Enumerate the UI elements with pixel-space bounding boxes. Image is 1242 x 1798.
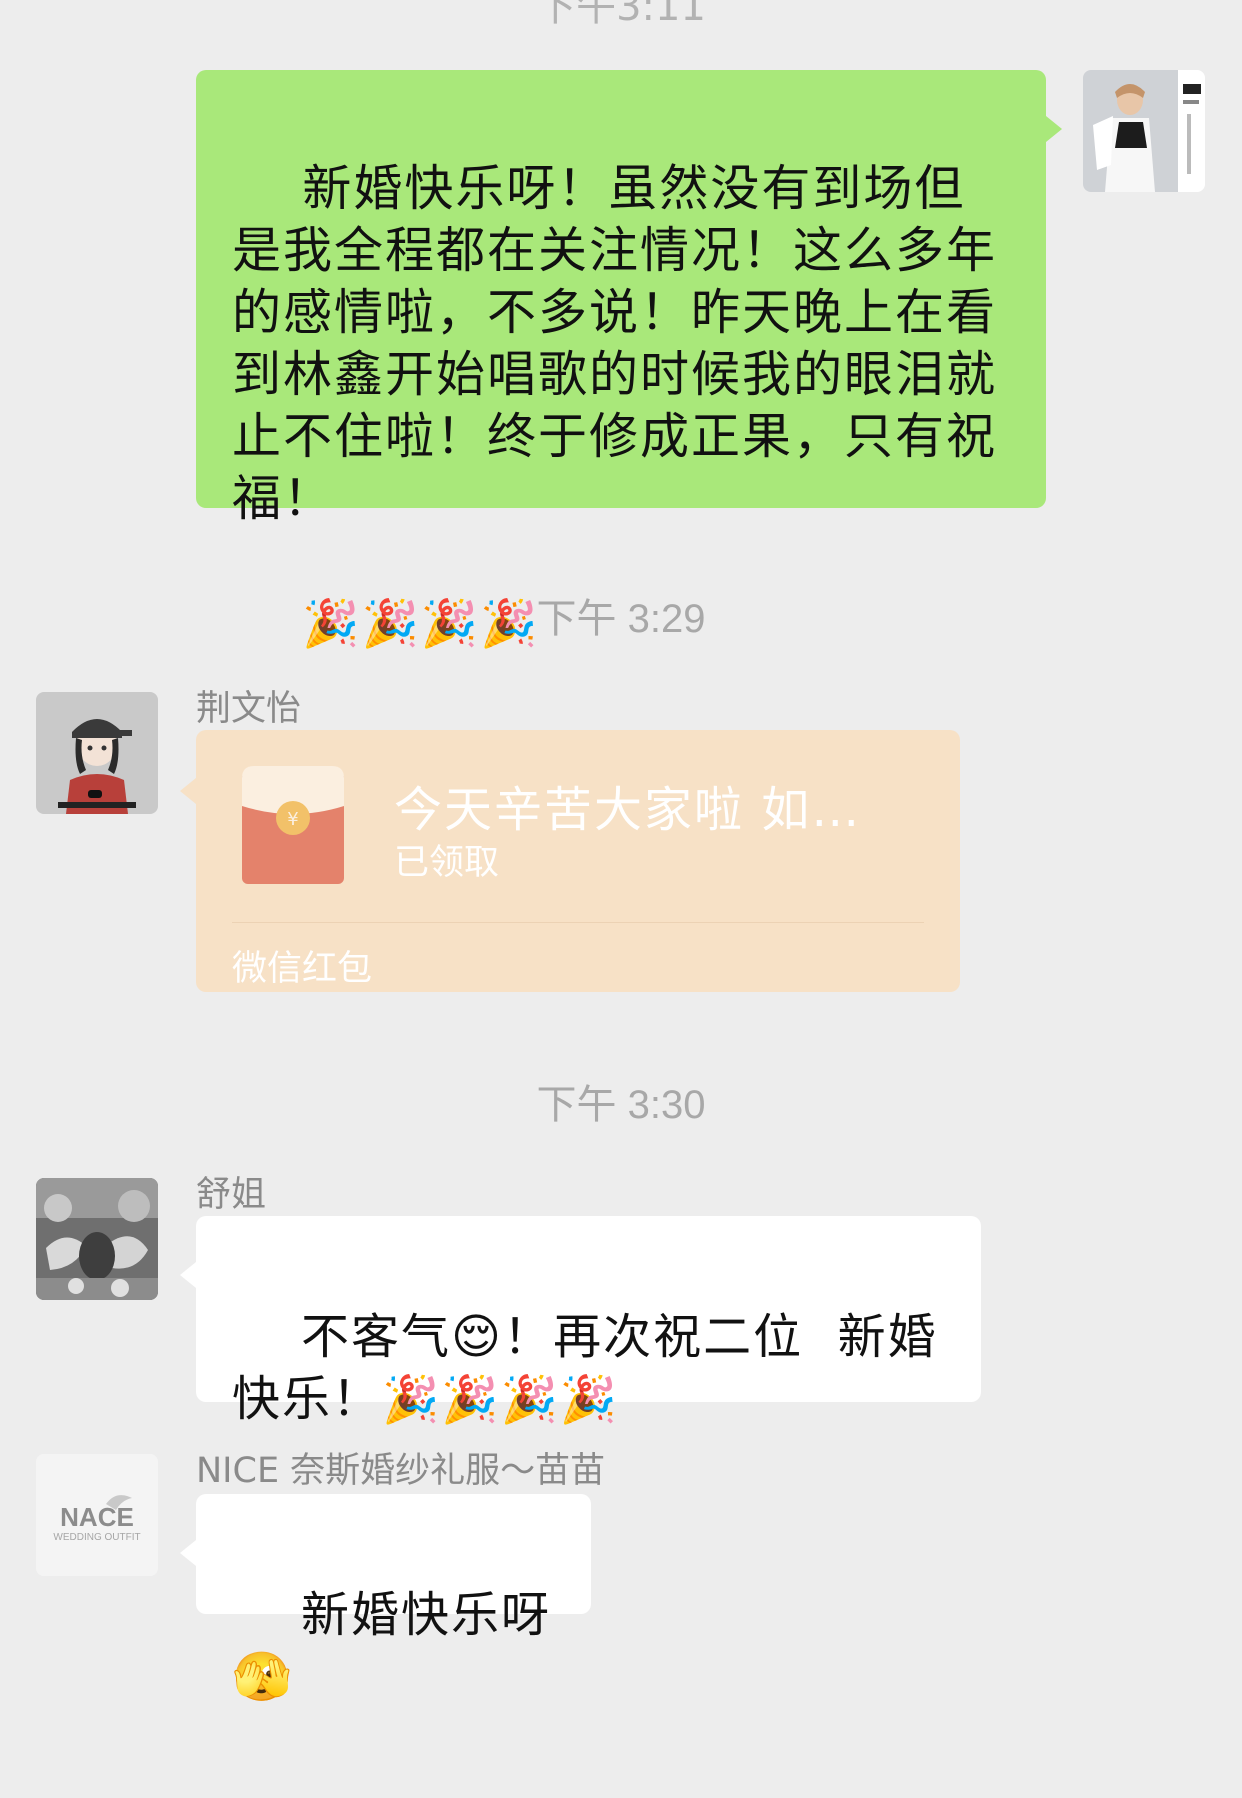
- red-packet-card[interactable]: ¥ 今天辛苦大家啦 如… 已领取 微信红包: [196, 730, 960, 992]
- sender-name: 舒姐: [196, 1175, 267, 1215]
- nice-logo-tagline: WEDDING OUTFIT: [53, 1532, 140, 1543]
- bubble-tail: [1046, 116, 1062, 142]
- sender-name: NICE 奈斯婚纱礼服～苗苗: [196, 1451, 606, 1491]
- bubble-tail: [180, 1262, 196, 1288]
- message-text: 新婚快乐呀🫣: [232, 1587, 552, 1705]
- my-avatar[interactable]: [1083, 70, 1205, 192]
- red-packet-title: 今天辛苦大家啦 如…: [394, 782, 862, 838]
- sender-name: 荆文怡: [196, 689, 302, 729]
- timestamp: 下午 3:29: [536, 597, 706, 641]
- nice-avatar-image: NACE WEDDING OUTFIT: [36, 1454, 158, 1576]
- party-popper-emoji: 🎉🎉🎉🎉: [382, 1372, 620, 1426]
- message-text: 新婚快乐呀！虽然没有到场但是我全程都在关注情况！这么多年的感情啦，不多说！昨天晚…: [232, 160, 998, 527]
- message-bubble-nice[interactable]: 新婚快乐呀🫣: [196, 1494, 591, 1705]
- nice-logo-text: NACE: [60, 1502, 134, 1532]
- red-packet-footer: 微信红包: [232, 949, 373, 989]
- sender-avatar-shujie[interactable]: [36, 1178, 158, 1300]
- jingwenyi-avatar-image: [36, 692, 158, 814]
- sender-avatar-nice[interactable]: NACE WEDDING OUTFIT: [36, 1454, 158, 1576]
- timestamp: 下午 3:30: [536, 1083, 706, 1127]
- bubble-tail: [180, 778, 196, 804]
- message-bubble-shujie[interactable]: 不客气😌！再次祝二位 新婚快乐！🎉🎉🎉🎉: [196, 1216, 981, 1427]
- bubble-tail: [180, 1540, 196, 1566]
- my-message-bubble[interactable]: 新婚快乐呀！虽然没有到场但是我全程都在关注情况！这么多年的感情啦，不多说！昨天晚…: [196, 70, 1046, 650]
- my-avatar-image: [1083, 70, 1205, 192]
- svg-text:¥: ¥: [287, 809, 298, 830]
- sender-avatar-jingwenyi[interactable]: [36, 692, 158, 814]
- red-packet-divider: [232, 922, 924, 923]
- red-packet-icon: ¥: [242, 766, 344, 884]
- red-packet-status: 已领取: [394, 843, 500, 883]
- clipped-timestamp: 下午3:11: [536, 0, 706, 30]
- shujie-avatar-image: [36, 1178, 158, 1300]
